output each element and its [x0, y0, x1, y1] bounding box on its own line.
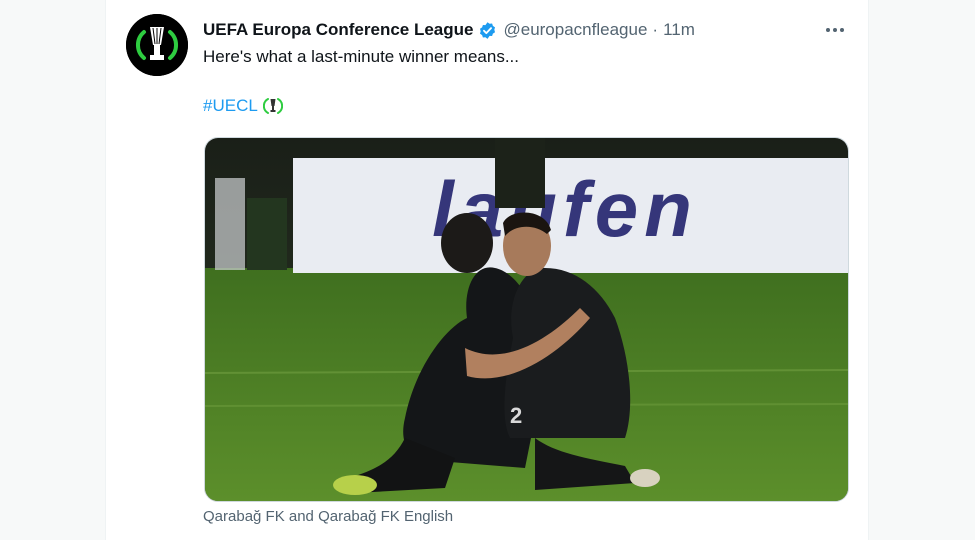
- uecl-trophy-icon: [262, 96, 283, 116]
- tweet-header: UEFA Europa Conference League @europacnf…: [203, 18, 848, 42]
- tweet-photo[interactable]: laufen 2: [204, 137, 849, 502]
- hashtag-row: #UECL: [203, 96, 283, 116]
- timestamp[interactable]: 11m: [663, 20, 695, 40]
- uecl-logo-icon: [126, 14, 188, 76]
- svg-text:2: 2: [510, 403, 522, 428]
- media-caption[interactable]: Qarabağ FK and Qarabağ FK English: [203, 508, 453, 525]
- verified-badge-icon: [478, 21, 497, 40]
- tweet-text: Here's what a last-minute winner means..…: [203, 47, 519, 66]
- more-options-icon[interactable]: [822, 18, 848, 42]
- separator-dot: ·: [652, 20, 659, 39]
- hashtag-link[interactable]: #UECL: [203, 96, 258, 116]
- avatar[interactable]: [126, 14, 188, 76]
- celebration-photo: laufen 2: [205, 138, 848, 501]
- tweet-card[interactable]: UEFA Europa Conference League @europacnf…: [105, 0, 869, 540]
- display-name[interactable]: UEFA Europa Conference League: [203, 20, 473, 40]
- user-handle[interactable]: @europacnfleague: [503, 20, 647, 40]
